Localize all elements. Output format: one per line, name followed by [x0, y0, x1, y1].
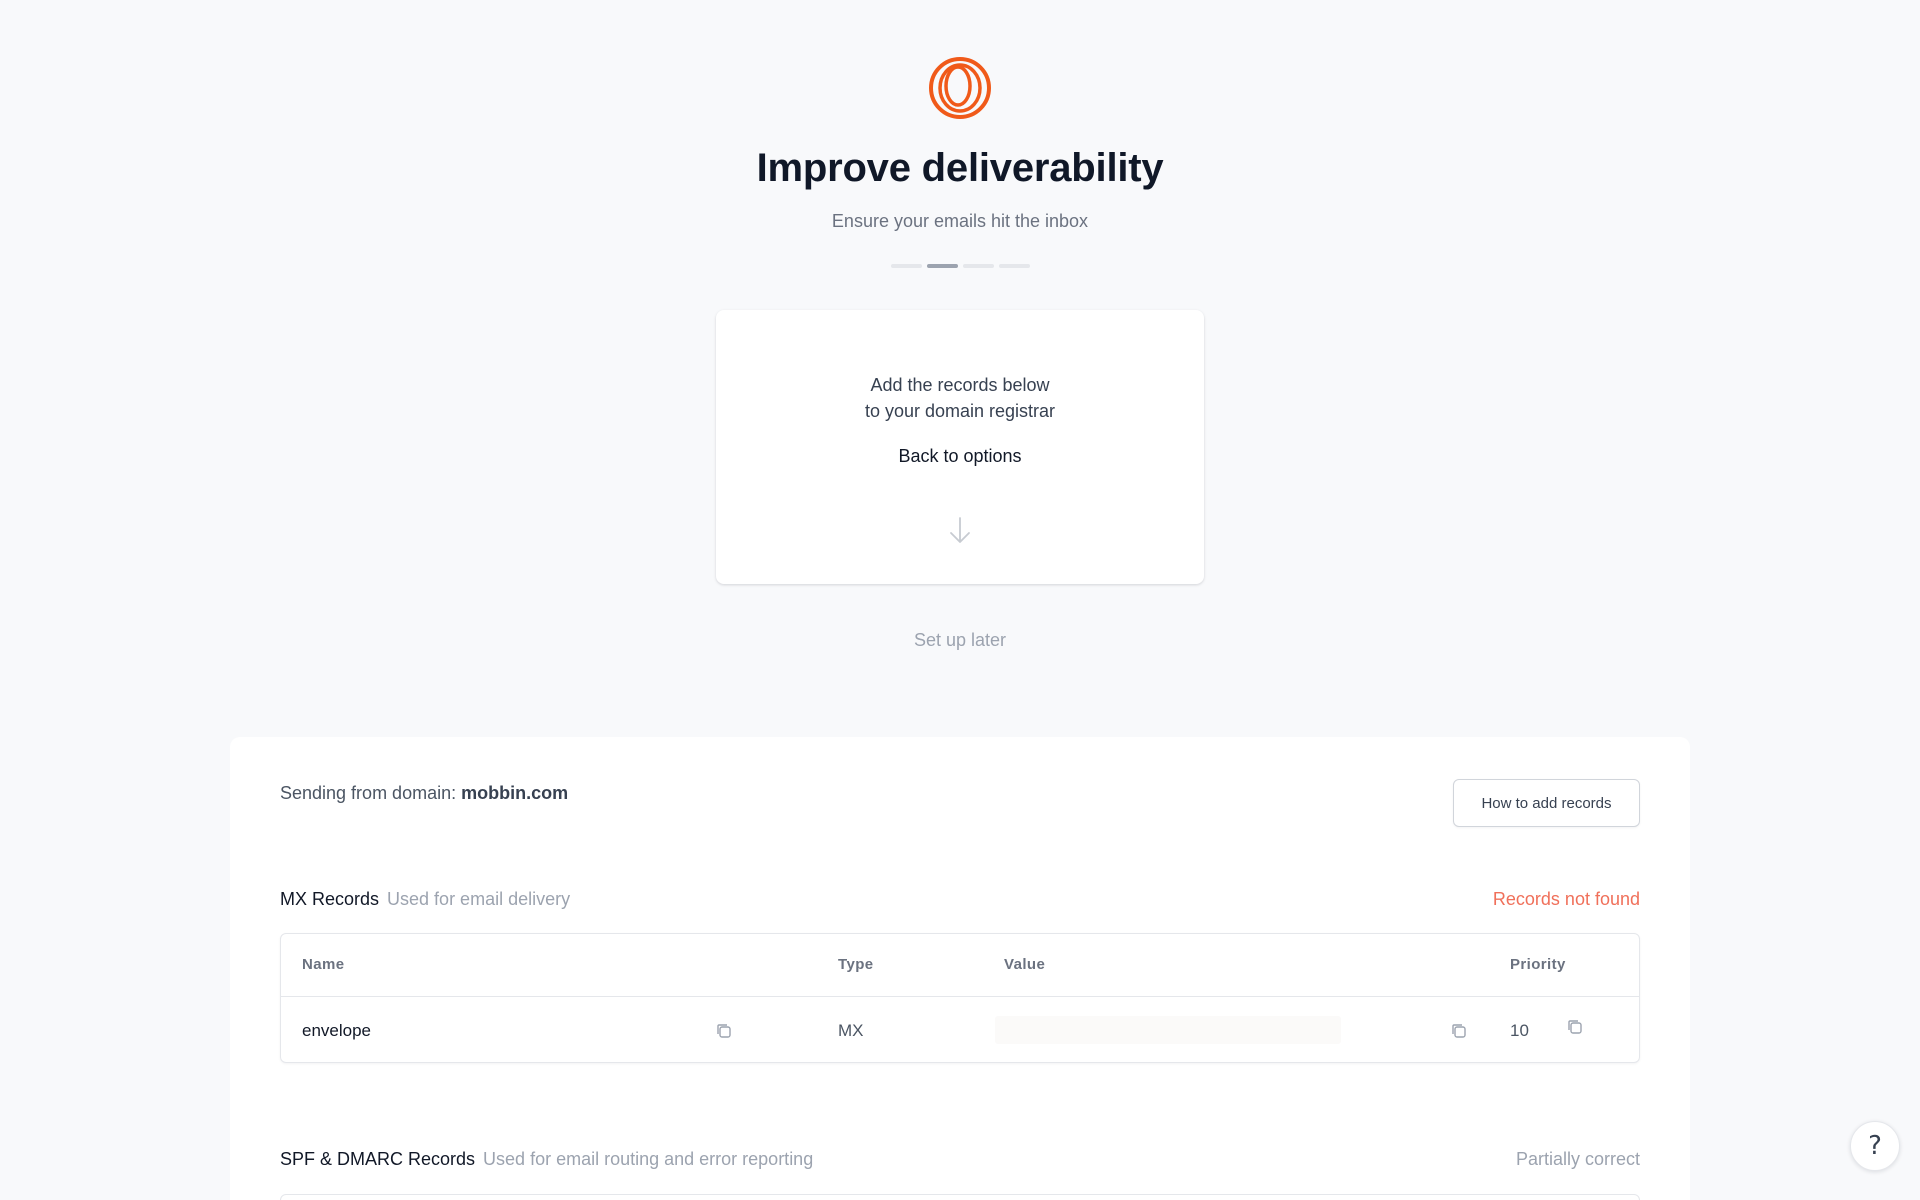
spf-section-description: Used for email routing and error reporti… — [483, 1149, 814, 1169]
step-3 — [963, 264, 994, 268]
spf-records-table — [280, 1194, 1640, 1200]
spf-section-title: SPF & DMARC Records — [280, 1149, 476, 1169]
record-value-field — [995, 1016, 1341, 1044]
copy-icon[interactable] — [1566, 1018, 1584, 1036]
spf-status: Partially correct — [1515, 1149, 1640, 1169]
column-header-type: Type — [838, 956, 874, 973]
copy-icon[interactable] — [1450, 1022, 1468, 1040]
step-1 — [891, 264, 922, 268]
column-header-name: Name — [302, 956, 345, 973]
record-priority: 10 — [1510, 1021, 1529, 1040]
instructions-card: Add the records below to your domain reg… — [716, 310, 1204, 584]
column-header-priority: Priority — [1510, 956, 1566, 973]
instructions-line-2: to your domain registrar — [864, 401, 1056, 421]
rings-logo-icon — [929, 57, 991, 119]
column-header-value: Value — [1004, 956, 1046, 973]
help-button[interactable]: ? — [1850, 1121, 1900, 1171]
step-indicator — [891, 264, 1030, 268]
instructions-line-1: Add the records below — [870, 375, 1050, 395]
copy-icon[interactable] — [715, 1022, 733, 1040]
spf-section-header: SPF & DMARC Records Used for email routin… — [280, 1149, 1640, 1170]
arrow-down-icon — [950, 517, 970, 543]
domain-name: mobbin.com — [461, 783, 569, 803]
set-up-later-link[interactable]: Set up later — [0, 630, 1920, 651]
how-to-add-records-button[interactable]: How to add records — [1453, 779, 1640, 827]
instructions-text: Add the records below to your domain reg… — [716, 372, 1204, 424]
mx-section-header: MX Records Used for email delivery Record… — [280, 889, 1640, 910]
dns-records-panel: Sending from domain: mobbin.com How to a… — [230, 737, 1690, 1200]
domain-prefix: Sending from domain: — [280, 783, 457, 803]
mx-records-table: Name Type Value Priority envelope MX 10 — [280, 933, 1640, 1063]
page-subtitle: Ensure your emails hit the inbox — [831, 211, 1089, 231]
step-2-active — [927, 264, 958, 268]
page-title: Improve deliverability — [756, 146, 1164, 190]
back-to-options-link[interactable]: Back to options — [716, 446, 1204, 467]
sending-domain: Sending from domain: mobbin.com — [280, 783, 568, 804]
mx-section-title: MX Records — [280, 889, 380, 909]
mx-section-description: Used for email delivery — [387, 889, 571, 909]
record-name: envelope — [302, 1021, 372, 1040]
step-4 — [999, 264, 1030, 268]
record-type: MX — [838, 1021, 864, 1040]
mx-status: Records not found — [1492, 889, 1640, 909]
header-divider — [281, 996, 1639, 997]
